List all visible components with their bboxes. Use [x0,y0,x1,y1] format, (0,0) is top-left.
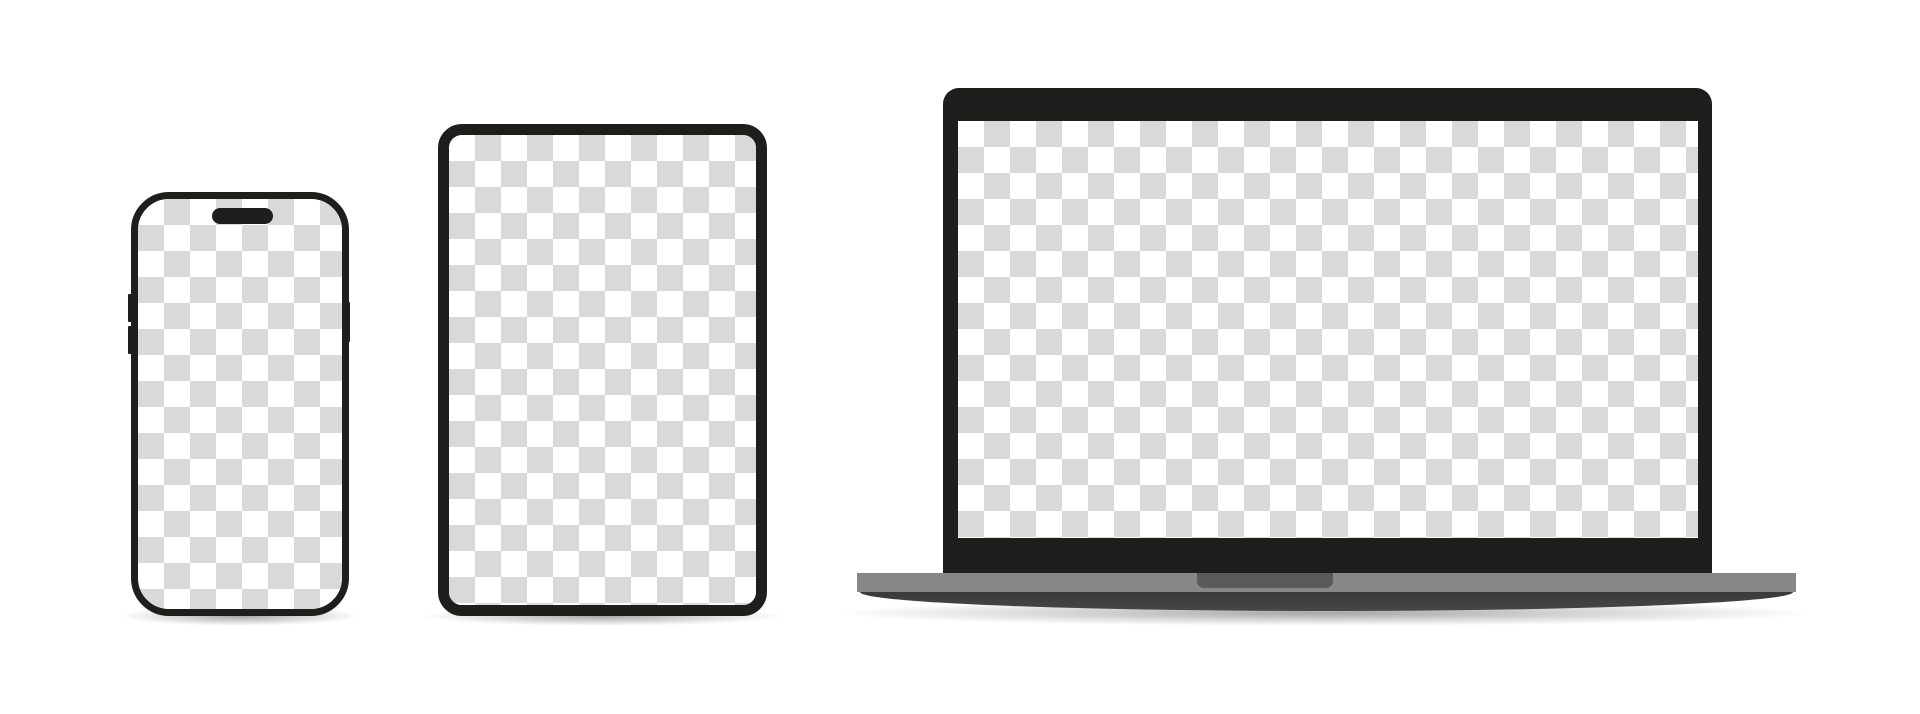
tablet-mockup [438,124,767,616]
tablet-screen [449,135,756,605]
phone-screen [138,199,342,609]
phone-mockup [131,192,349,616]
laptop-hinge-notch [1197,573,1333,588]
phone-dynamic-island [212,208,273,224]
laptop-screen [958,121,1698,538]
